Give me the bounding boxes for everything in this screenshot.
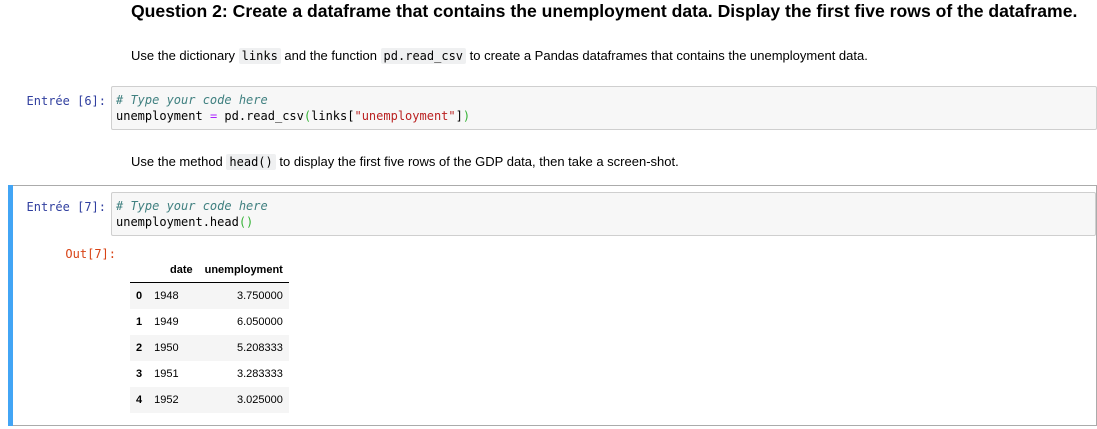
code-line-comment-7: # Type your code here [116,198,1091,214]
inline-code-links: links [238,48,281,64]
code-cell-7-input[interactable]: # Type your code here unemployment.head(… [111,192,1096,236]
index-header [130,258,149,283]
row-index: 4 [136,394,143,406]
instruction-1-part-3: to create a Pandas dataframes that conta… [466,48,868,63]
code-cell-6-input[interactable]: # Type your code here unemployment = pd.… [111,86,1097,130]
instruction-text-1: Use the dictionary links and the functio… [131,48,868,64]
date-cell: 1951 [154,368,179,380]
code-comment: # Type your code here [116,93,268,107]
unemployment-cell: 3.283333 [236,368,283,380]
unemployment-cell: 6.050000 [236,316,283,328]
code-dict-name: links [311,109,348,123]
table-row: 2 1950 5.208333 [130,335,289,361]
table-row: 4 1952 3.025000 [130,387,289,413]
output-prompt-7: Out[7]: [65,247,116,261]
code-close-paren: ) [462,109,471,123]
code-comment-7: # Type your code here [116,199,268,213]
date-cell: 1949 [154,316,179,328]
code-line-comment: # Type your code here [116,92,1092,108]
code-function-call: pd.read_csv [224,109,304,123]
instruction-1-part-1: Use the dictionary [131,48,239,63]
unemployment-cell: 3.750000 [236,290,283,302]
unemployment-cell: 5.208333 [236,342,283,354]
row-index: 2 [136,342,143,354]
inline-code-head: head() [226,154,276,170]
input-prompt-6: Entrée [6]: [26,94,106,108]
code-string-key: "unemployment" [354,109,456,123]
code-line-read-csv: unemployment = pd.read_csv(links["unempl… [116,108,1092,124]
code-variable: unemployment [116,109,203,123]
row-index: 1 [136,316,143,328]
instruction-2-part-2: to display the first five rows of the GD… [275,154,679,169]
row-index: 0 [136,290,143,302]
code-operator: = [209,109,218,123]
dataframe-output: date unemployment 0 1948 3.750000 1 1949… [130,258,289,413]
code-head-call: unemployment.head [116,215,239,229]
table-row: 3 1951 3.283333 [130,361,289,387]
date-header: date [148,258,199,283]
row-index: 3 [136,368,143,380]
table-header-row: date unemployment [130,258,289,283]
code-head-parens: () [238,215,254,229]
code-line-head: unemployment.head() [116,214,1091,230]
instruction-2-part-1: Use the method [131,154,227,169]
table-row: 0 1948 3.750000 [130,282,289,309]
unemployment-header: unemployment [198,258,289,283]
code-close-bracket: ] [455,109,463,123]
input-prompt-7: Entrée [7]: [26,200,106,214]
unemployment-cell: 3.025000 [236,394,283,406]
instruction-text-2: Use the method head() to display the fir… [131,154,679,170]
date-cell: 1950 [154,342,179,354]
question-heading: Question 2: Create a dataframe that cont… [131,1,1078,21]
date-cell: 1948 [154,290,179,302]
inline-code-read-csv: pd.read_csv [380,48,467,64]
table-row: 1 1949 6.050000 [130,309,289,335]
date-cell: 1952 [154,394,179,406]
instruction-1-part-2: and the function [280,48,381,63]
